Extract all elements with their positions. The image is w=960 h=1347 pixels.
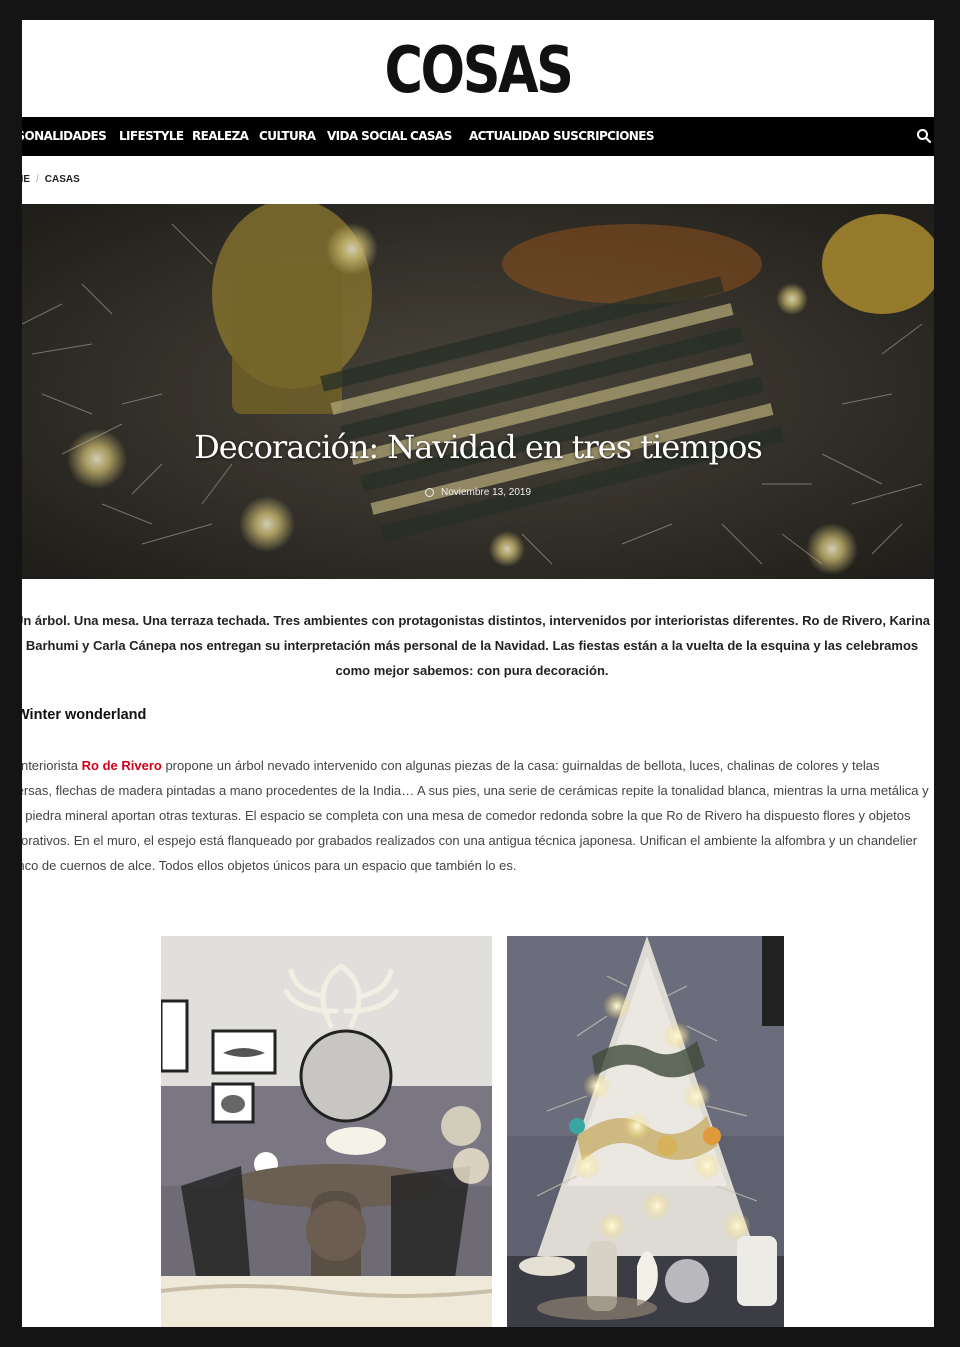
paragraph-text-start: La interiorista xyxy=(22,758,79,773)
section-heading: Winter wonderland xyxy=(22,707,147,723)
page: COSAS PERSONALIDADES LIFESTYLE REALEZA C… xyxy=(22,20,934,1327)
hero-christmas-photo xyxy=(22,204,934,579)
breadcrumb-current[interactable]: CASAS xyxy=(45,174,80,185)
article-date: Noviembre 13, 2019 xyxy=(22,487,934,498)
article-title: Decoración: Navidad en tres tiempos xyxy=(194,428,763,466)
site-logo[interactable]: COSAS xyxy=(104,34,852,108)
dining-room-image xyxy=(161,936,492,1327)
christmas-tree-photo xyxy=(507,936,784,1327)
breadcrumb-home[interactable]: HOME xyxy=(22,174,30,185)
breadcrumb: HOME / CASAS xyxy=(22,174,80,185)
article-intro: Un árbol. Una mesa. Una terraza techada.… xyxy=(22,613,931,678)
hero-image: Decoración: Navidad en tres tiempos Novi… xyxy=(22,204,934,579)
clock-icon xyxy=(424,488,434,497)
designer-link[interactable]: Ro de Rivero xyxy=(82,758,162,773)
nav-actualidad[interactable]: ACTUALIDAD xyxy=(469,117,550,156)
nav-realeza[interactable]: REALEZA xyxy=(192,117,249,156)
nav-suscripciones[interactable]: SUSCRIPCIONES xyxy=(553,117,655,156)
paragraph-text-end: propone un árbol nevado intervenido con … xyxy=(22,758,929,873)
nav-vida-social[interactable]: VIDA SOCIAL xyxy=(327,117,407,156)
article-paragraph: La interiorista Ro de Rivero propone un … xyxy=(22,753,934,878)
nav-lifestyle[interactable]: LIFESTYLE xyxy=(119,117,184,156)
nav-casas[interactable]: CASAS xyxy=(410,117,452,156)
search-icon[interactable] xyxy=(916,128,932,144)
nav-personalidades[interactable]: PERSONALIDADES xyxy=(22,117,107,156)
christmas-tree-image xyxy=(507,936,784,1327)
main-nav: PERSONALIDADES LIFESTYLE REALEZA CULTURA… xyxy=(22,117,934,156)
article-date-text: Noviembre 13, 2019 xyxy=(440,487,532,498)
nav-cultura[interactable]: CULTURA xyxy=(259,117,316,156)
dining-room-photo xyxy=(161,936,492,1327)
breadcrumb-separator: / xyxy=(36,174,39,185)
